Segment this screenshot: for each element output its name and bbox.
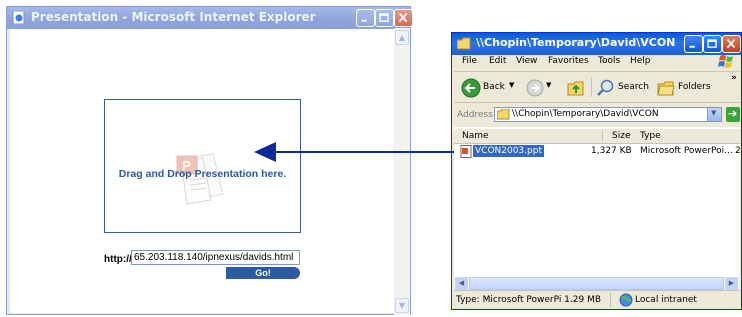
drag-arrow — [254, 142, 454, 162]
